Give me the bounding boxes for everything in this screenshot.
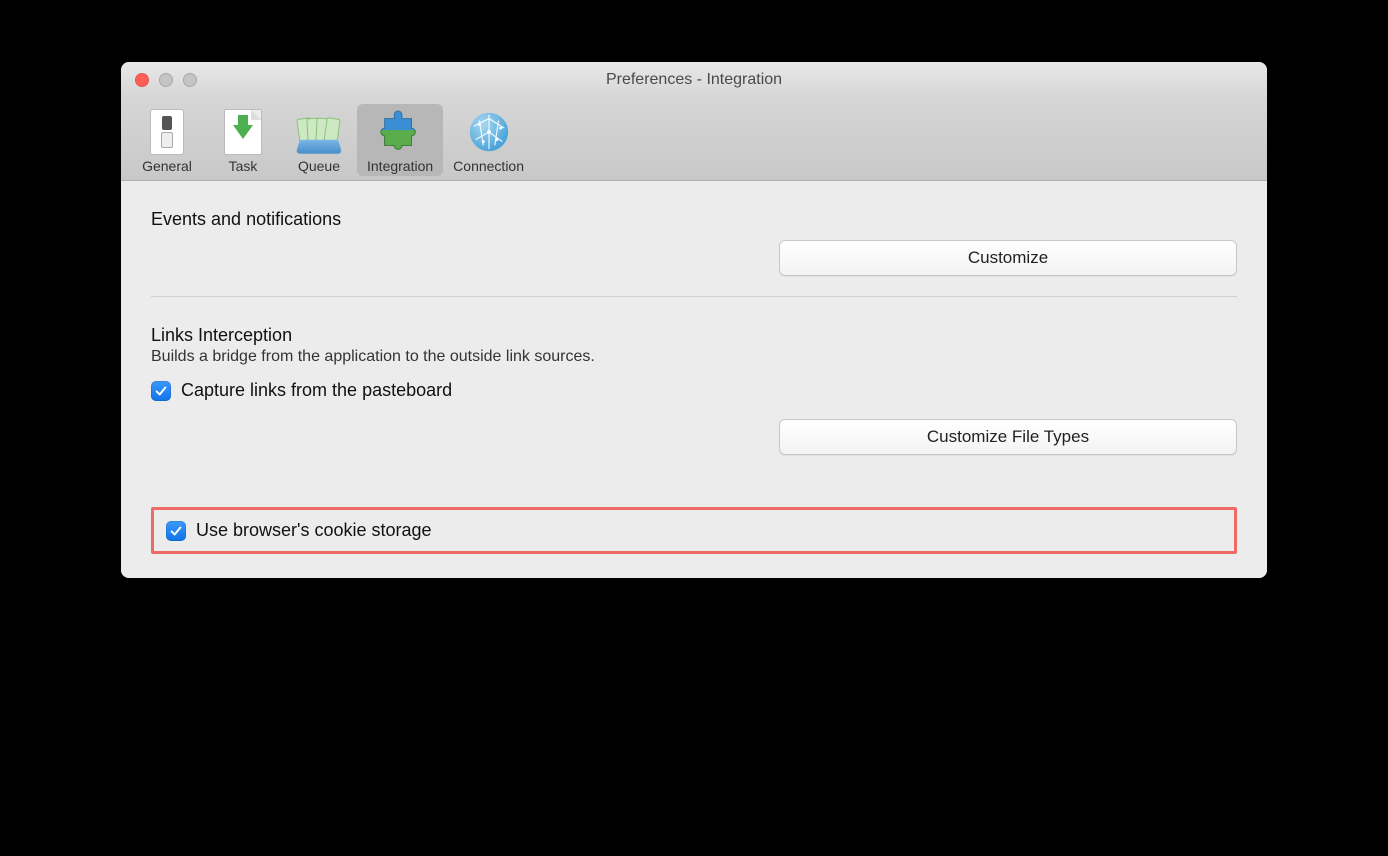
tab-general[interactable]: General xyxy=(129,104,205,176)
tab-label: Task xyxy=(229,158,258,174)
tab-integration[interactable]: Integration xyxy=(357,104,443,176)
queue-tray-icon xyxy=(295,108,343,156)
section-header-events: Events and notifications xyxy=(151,209,1237,230)
preferences-toolbar: General Task Queue xyxy=(121,98,1267,181)
capture-links-checkbox[interactable] xyxy=(151,381,171,401)
window-title: Preferences - Integration xyxy=(121,71,1267,89)
maximize-window-button[interactable] xyxy=(183,73,197,87)
section-header-links: Links Interception xyxy=(151,325,1237,346)
tab-task[interactable]: Task xyxy=(205,104,281,176)
highlighted-cookie-option: Use browser's cookie storage xyxy=(151,507,1237,554)
globe-network-icon xyxy=(465,108,513,156)
preferences-window: Preferences - Integration General Task xyxy=(121,62,1267,578)
close-window-button[interactable] xyxy=(135,73,149,87)
minimize-window-button[interactable] xyxy=(159,73,173,87)
customize-events-button[interactable]: Customize xyxy=(779,240,1237,276)
links-section: Links Interception Builds a bridge from … xyxy=(151,297,1237,455)
tab-label: Integration xyxy=(367,158,433,174)
titlebar: Preferences - Integration xyxy=(121,62,1267,98)
download-file-icon xyxy=(219,108,267,156)
tab-label: Queue xyxy=(298,158,340,174)
checkmark-icon xyxy=(154,384,168,398)
window-controls xyxy=(121,73,197,87)
content-area: Events and notifications Customize Links… xyxy=(121,181,1267,578)
cookie-storage-row: Use browser's cookie storage xyxy=(166,520,1222,541)
customize-filetypes-button[interactable]: Customize File Types xyxy=(779,419,1237,455)
section-subtext-links: Builds a bridge from the application to … xyxy=(151,348,1237,366)
tab-connection[interactable]: Connection xyxy=(443,104,534,176)
events-section: Events and notifications Customize xyxy=(151,181,1237,297)
tab-queue[interactable]: Queue xyxy=(281,104,357,176)
cookie-storage-checkbox[interactable] xyxy=(166,521,186,541)
tab-label: General xyxy=(142,158,192,174)
capture-links-row: Capture links from the pasteboard xyxy=(151,380,1237,401)
puzzle-piece-icon xyxy=(376,108,424,156)
capture-links-label: Capture links from the pasteboard xyxy=(181,380,452,401)
checkmark-icon xyxy=(169,524,183,538)
switch-icon xyxy=(143,108,191,156)
tab-label: Connection xyxy=(453,158,524,174)
cookie-storage-label: Use browser's cookie storage xyxy=(196,520,432,541)
